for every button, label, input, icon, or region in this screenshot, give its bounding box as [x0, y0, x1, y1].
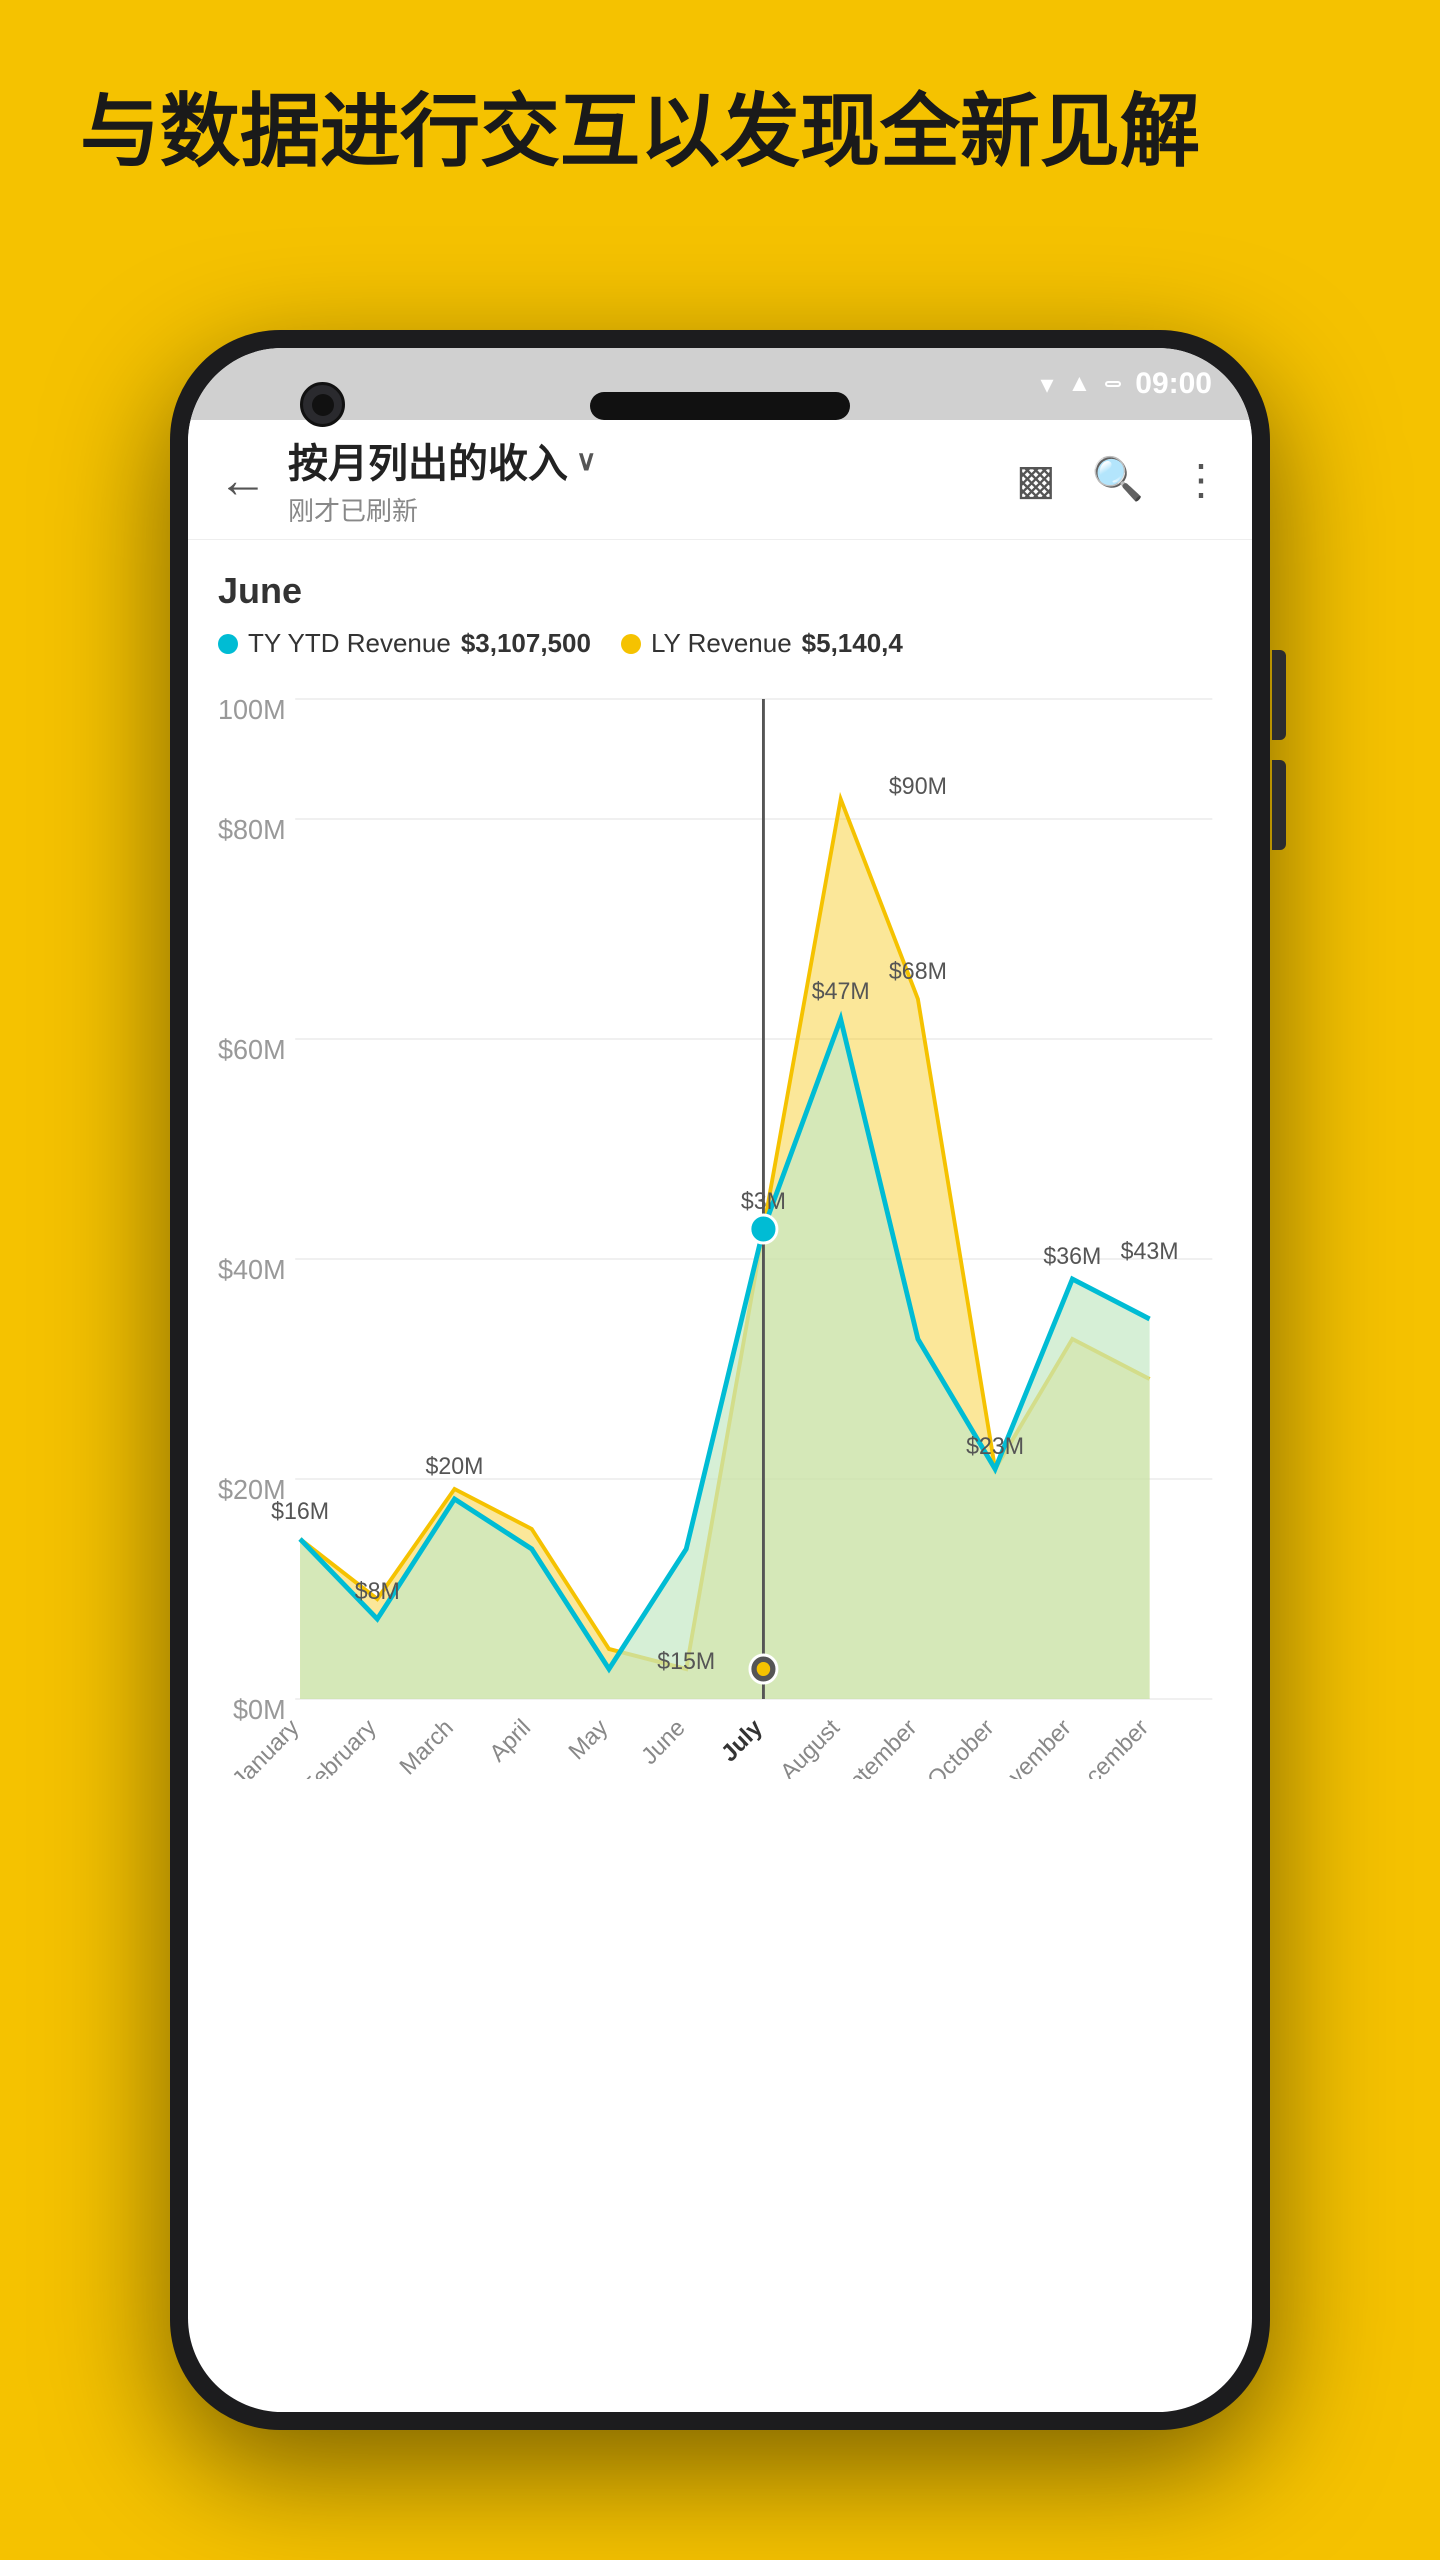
chart-svg: $0M $20M $40M $60M $80M $100M: [218, 679, 1222, 1779]
search-icon[interactable]: 🔍: [1092, 455, 1144, 504]
app-subtitle: 刚才已刷新: [288, 491, 1016, 528]
legend-ty-value: $3,107,500: [461, 628, 591, 659]
svg-text:June: June: [636, 1714, 690, 1769]
app-title-section: 按月列出的收入 ∨ 刚才已刷新: [288, 431, 1016, 528]
legend-ty: TY YTD Revenue $3,107,500: [218, 628, 591, 659]
svg-text:November: November: [982, 1714, 1076, 1779]
svg-text:$100M: $100M: [218, 694, 286, 726]
svg-text:$60M: $60M: [218, 1034, 286, 1066]
svg-text:$8M: $8M: [355, 1578, 400, 1604]
svg-text:$43M: $43M: [1121, 1238, 1179, 1264]
status-icons: ▾ ▲ 09:00: [1040, 367, 1212, 401]
volume-up-button: [1272, 650, 1286, 740]
svg-text:October: October: [922, 1714, 998, 1779]
more-options-icon[interactable]: ⋮: [1180, 455, 1222, 504]
svg-text:April: April: [484, 1714, 535, 1767]
legend-ly: LY Revenue $5,140,4: [621, 628, 903, 659]
svg-text:May: May: [563, 1714, 612, 1765]
wifi-icon: ▾: [1040, 369, 1053, 400]
svg-text:August: August: [775, 1714, 844, 1779]
svg-text:February: February: [297, 1714, 381, 1779]
svg-text:$47M: $47M: [812, 978, 870, 1004]
app-title: 按月列出的收入 ∨: [288, 431, 1016, 489]
chart-area[interactable]: $0M $20M $40M $60M $80M $100M: [218, 679, 1222, 1779]
legend-ly-value: $5,140,4: [802, 628, 903, 659]
back-button[interactable]: ←: [218, 451, 268, 509]
svg-text:$80M: $80M: [218, 814, 286, 846]
app-title-text: 按月列出的收入: [288, 431, 568, 489]
app-bar-icons: ▩ 🔍 ⋮: [1016, 455, 1222, 504]
svg-text:$0M: $0M: [233, 1694, 286, 1726]
svg-text:$23M: $23M: [966, 1433, 1024, 1459]
svg-text:$20M: $20M: [426, 1453, 484, 1479]
svg-text:$15M: $15M: [657, 1648, 715, 1674]
phone-outer: ▾ ▲ 09:00 ← 按月列出的收入 ∨ 刚才已刷新 ▩: [170, 330, 1270, 2430]
phone-screen: ▾ ▲ 09:00 ← 按月列出的收入 ∨ 刚才已刷新 ▩: [188, 348, 1252, 2412]
svg-text:$36M: $36M: [1043, 1243, 1101, 1269]
volume-down-button: [1272, 760, 1286, 850]
dropdown-arrow-icon[interactable]: ∨: [576, 444, 597, 477]
svg-text:$40M: $40M: [218, 1254, 286, 1286]
chart-icon[interactable]: ▩: [1016, 455, 1056, 504]
app-bar: ← 按月列出的收入 ∨ 刚才已刷新 ▩ 🔍 ⋮: [188, 420, 1252, 540]
svg-text:July: July: [716, 1714, 767, 1767]
battery-icon: [1105, 381, 1121, 387]
chart-container: June TY YTD Revenue $3,107,500 LY Revenu…: [188, 540, 1252, 1779]
phone-device: ▾ ▲ 09:00 ← 按月列出的收入 ∨ 刚才已刷新 ▩: [170, 330, 1270, 2430]
chart-legend: TY YTD Revenue $3,107,500 LY Revenue $5,…: [218, 628, 1222, 659]
status-time: 09:00: [1135, 367, 1212, 401]
legend-ty-dot: [218, 634, 238, 654]
svg-text:$68M: $68M: [889, 958, 947, 984]
phone-speaker: [590, 392, 850, 420]
legend-ly-label: LY Revenue: [651, 628, 792, 659]
svg-text:September: September: [823, 1714, 921, 1779]
page-title: 与数据进行交互以发现全新见解: [80, 80, 1360, 184]
phone-camera: [300, 382, 345, 427]
svg-text:March: March: [394, 1714, 458, 1779]
legend-ty-label: TY YTD Revenue: [248, 628, 451, 659]
chart-month-label: June: [218, 570, 1222, 612]
svg-text:December: December: [1059, 1714, 1153, 1779]
svg-text:$16M: $16M: [271, 1498, 329, 1524]
svg-text:$90M: $90M: [889, 773, 947, 799]
legend-ly-dot: [621, 634, 641, 654]
signal-icon: ▲: [1068, 370, 1092, 398]
svg-text:$3M: $3M: [741, 1188, 786, 1214]
